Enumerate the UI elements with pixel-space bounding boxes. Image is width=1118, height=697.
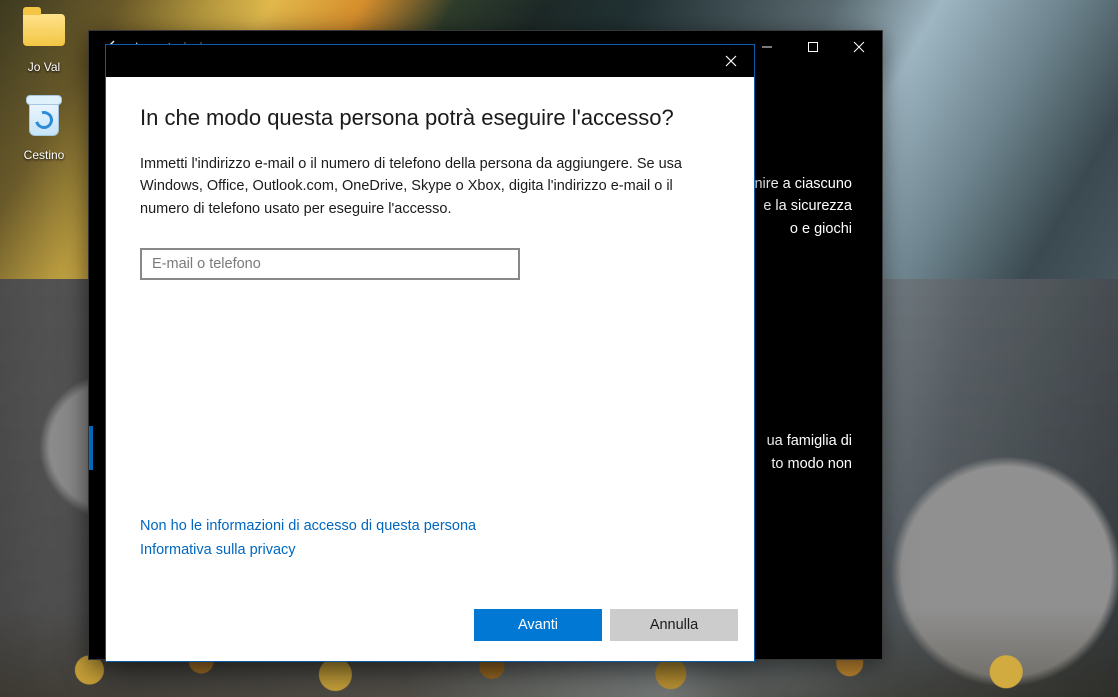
next-button[interactable]: Avanti xyxy=(474,609,602,641)
close-button[interactable] xyxy=(836,31,882,63)
dialog-titlebar xyxy=(106,45,754,77)
dialog-content: In che modo questa persona potrà eseguir… xyxy=(106,77,754,591)
dialog-heading: In che modo questa persona potrà eseguir… xyxy=(140,105,720,131)
add-account-dialog: In che modo questa persona potrà eseguir… xyxy=(105,44,755,662)
desktop-icon-label: Cestino xyxy=(6,148,82,162)
desktop-icon-label: Jo Val xyxy=(6,60,82,74)
desktop-icon-user-folder[interactable]: Jo Val xyxy=(6,6,82,74)
dialog-links: Non ho le informazioni di accesso di que… xyxy=(140,500,720,558)
cancel-button[interactable]: Annulla xyxy=(610,609,738,641)
dialog-footer: Avanti Annulla xyxy=(106,591,754,661)
link-no-signin-info[interactable]: Non ho le informazioni di accesso di que… xyxy=(140,518,720,534)
text-fragment: e la sicurezza xyxy=(763,198,852,214)
window-controls xyxy=(744,31,882,63)
dialog-close-button[interactable] xyxy=(708,45,754,77)
text-fragment: to modo non xyxy=(771,456,852,472)
folder-icon xyxy=(23,14,65,56)
text-fragment: o e giochi xyxy=(790,221,852,237)
link-privacy[interactable]: Informativa sulla privacy xyxy=(140,542,720,558)
recycle-bin-icon xyxy=(23,102,65,144)
sidebar-active-indicator xyxy=(89,426,93,470)
maximize-button[interactable] xyxy=(790,31,836,63)
text-fragment: nire a ciascuno xyxy=(754,176,852,192)
email-or-phone-input[interactable] xyxy=(140,248,520,280)
desktop-icon-recycle-bin[interactable]: Cestino xyxy=(6,94,82,162)
dialog-description: Immetti l'indirizzo e-mail o il numero d… xyxy=(140,153,700,220)
text-fragment: ua famiglia di xyxy=(767,433,852,449)
